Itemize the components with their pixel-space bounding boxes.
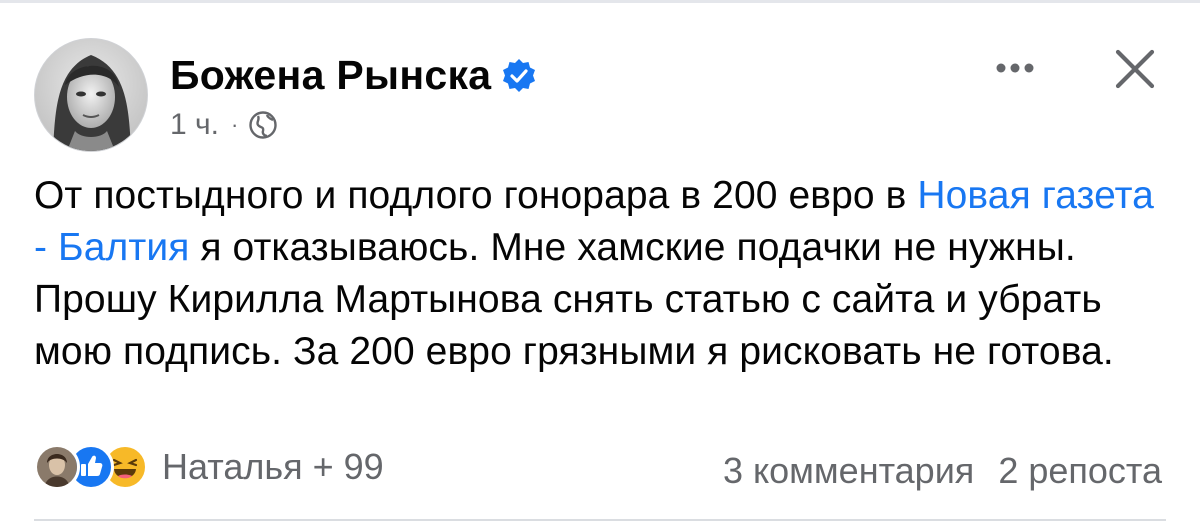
reaction-summary-text[interactable]: Наталья + 99: [162, 446, 384, 488]
more-options-button[interactable]: [985, 48, 1045, 88]
post-timestamp[interactable]: 1 ч.: [170, 108, 219, 142]
reactor-avatar: [34, 444, 80, 490]
post-meta: 1 ч. ·: [170, 108, 278, 142]
author-name[interactable]: Божена Рынска: [170, 52, 491, 99]
author-avatar[interactable]: [34, 38, 148, 152]
close-icon: [1115, 49, 1155, 89]
bottom-divider: [34, 519, 1166, 521]
author-row: Божена Рынска: [170, 52, 537, 99]
globe-icon: [248, 110, 278, 140]
engagement-counts: 3 комментария 2 репоста: [723, 450, 1162, 492]
more-icon: [996, 63, 1034, 73]
post-text-part1: От постыдного и подлого гонорара в 200 е…: [34, 174, 918, 217]
top-divider: [0, 0, 1200, 3]
verified-badge-icon: [501, 58, 537, 94]
counts-spacer: [974, 450, 998, 492]
post-text-part2: я отказываюсь. Мне хамские подачки не ну…: [34, 226, 1114, 373]
shares-count[interactable]: 2 репоста: [998, 450, 1162, 492]
close-button[interactable]: [1110, 44, 1160, 94]
reactions-summary[interactable]: Наталья + 99: [34, 444, 384, 490]
avatar-image: [35, 39, 147, 151]
post-body: От постыдного и подлого гонорара в 200 е…: [34, 170, 1174, 378]
comments-count[interactable]: 3 комментария: [723, 450, 974, 492]
meta-separator: ·: [230, 112, 239, 137]
reaction-icons: [34, 444, 148, 490]
